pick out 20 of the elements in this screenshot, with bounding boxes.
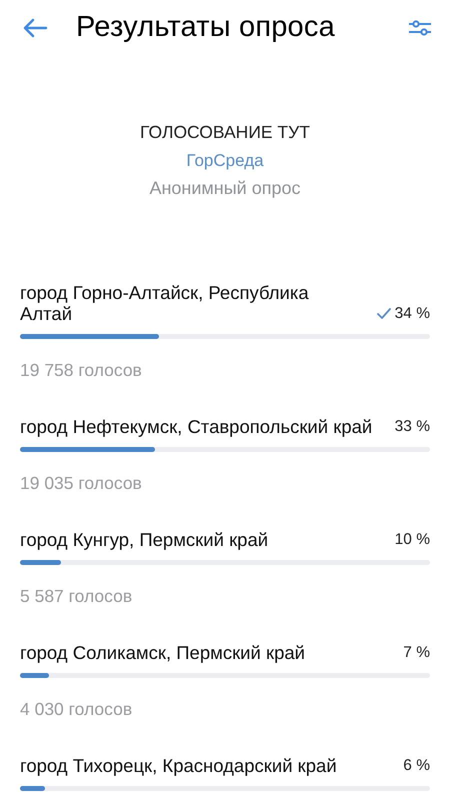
back-arrow-icon <box>22 16 48 38</box>
option-label: город Кунгур, Пермский край <box>20 529 270 550</box>
option-label: город Нефтекумск, Ставропольский край <box>20 416 374 437</box>
option-label: город Горно-Алтайск, Республика Алтай <box>20 282 310 324</box>
vote-count: 5 587 голосов <box>20 586 134 606</box>
poll-type: Анонимный опрос <box>149 178 301 198</box>
screen-title: Результаты опроса <box>76 11 336 44</box>
vote-count: 19 758 голосов <box>20 360 143 380</box>
option-percent: 33 % <box>394 417 430 437</box>
option-percent: 7 % <box>403 643 430 663</box>
option-label: город Соликамск, Пермский край <box>20 642 306 663</box>
vote-count: 19 035 голосов <box>20 473 143 493</box>
option-label: город Тихорецк, Краснодарский край <box>20 755 338 776</box>
poll-author-link[interactable]: ГорСреда <box>186 151 264 171</box>
option-percent: 6 % <box>403 756 430 776</box>
option-percent: 34 % <box>394 304 430 324</box>
vote-count: 4 030 голосов <box>20 699 134 719</box>
poll-title: ГОЛОСОВАНИЕ ТУТ <box>140 122 310 142</box>
settings-sliders-icon <box>408 18 432 38</box>
option-percent: 10 % <box>394 530 430 550</box>
